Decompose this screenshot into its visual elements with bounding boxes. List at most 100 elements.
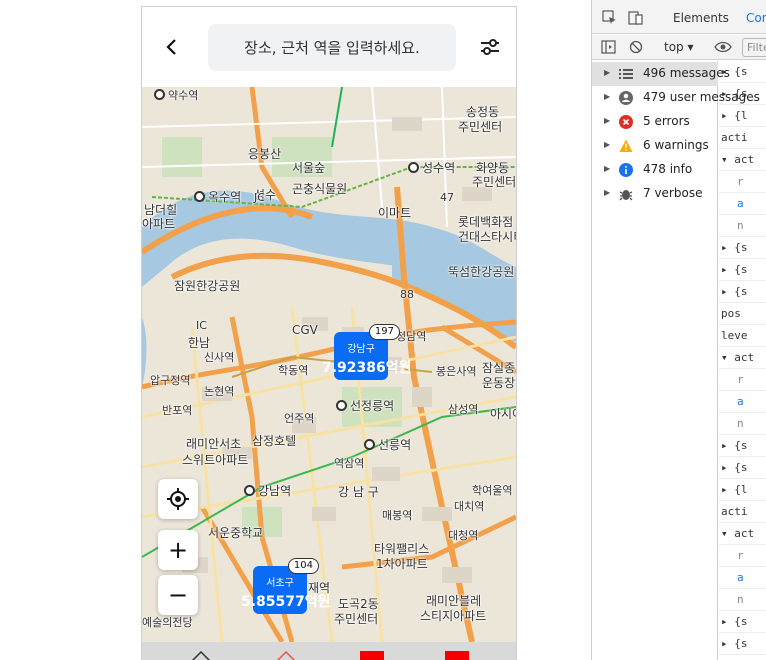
zoom-out-button[interactable]: − [158, 575, 198, 615]
map-view[interactable]: 약수역 송정동 주민센터 응봉산 서울숲 성수역 화양동 주민센터 옥수역 성수… [142, 87, 516, 642]
map-tab-icon[interactable] [276, 651, 296, 660]
log-row-text: ▸ {s [721, 65, 748, 78]
log-row[interactable]: ▸ {s [719, 435, 766, 457]
home-icon[interactable] [191, 651, 211, 660]
log-row[interactable]: n [719, 413, 766, 435]
map-label-eonju: 언주역 [284, 412, 315, 425]
log-row-text: a [737, 197, 744, 210]
map-label-sinsa: 신사역 [204, 351, 235, 364]
log-row[interactable]: ▸ {s [719, 237, 766, 259]
sidebar-item-messages[interactable]: ▶ 496 messages [592, 62, 730, 86]
log-row[interactable]: a [719, 193, 766, 215]
log-row-text: a [737, 395, 744, 408]
log-row-text: a [737, 571, 744, 584]
filter-button[interactable] [478, 35, 502, 59]
subway-icon [408, 162, 419, 173]
filter-input[interactable]: Filter [742, 38, 766, 57]
log-row-text: ▸ {s [721, 439, 748, 452]
log-row[interactable]: ▸ {l [719, 105, 766, 127]
sidebar-item-info[interactable]: ▶ 478 info [592, 158, 718, 182]
log-row-text: ▾ act [721, 527, 755, 540]
map-label-daechi: 대치역 [454, 500, 485, 513]
log-row[interactable]: ▸ {s [719, 83, 766, 105]
map-label-maebong: 매봉역 [382, 509, 413, 522]
map-label-hangnyeong: 학동역 [278, 364, 309, 377]
log-row[interactable]: ▸ {s [719, 611, 766, 633]
tab-console[interactable]: Console [746, 11, 766, 25]
map-label-stige-apt: 스티지아파트 [420, 609, 487, 623]
my-location-button[interactable] [158, 479, 198, 519]
map-label-first-apt: 1차아파트 [376, 557, 428, 571]
tab-icon-4[interactable] [445, 651, 469, 660]
log-row-text: acti [721, 505, 748, 518]
map-label-asia: 아시아 [490, 407, 516, 421]
sidebar-item-verbose[interactable]: ▶ 7 verbose [592, 182, 718, 206]
context-select[interactable]: top ▾ [664, 40, 694, 54]
sidebar-item-user-messages[interactable]: ▶ 479 user messages [592, 86, 760, 110]
log-row[interactable]: r [719, 545, 766, 567]
tab-icon-3[interactable] [360, 651, 384, 660]
search-input[interactable]: 장소, 근처 역을 입력하세요. [208, 24, 456, 71]
log-row[interactable]: ▸ {s [719, 457, 766, 479]
expand-arrow-icon: ▶ [604, 164, 611, 173]
road-47-badge: 47 [440, 191, 454, 204]
log-row[interactable]: acti [719, 127, 766, 149]
log-row[interactable]: leve [719, 325, 766, 347]
district-marker-seocho[interactable]: 서초구 5.85577억원 104 [241, 558, 331, 614]
log-row[interactable]: r [719, 171, 766, 193]
log-row[interactable]: › [719, 655, 766, 660]
log-row-text: ▸ {s [721, 263, 748, 276]
log-row-text: ▸ {s [721, 241, 748, 254]
inspect-icon[interactable] [602, 10, 617, 25]
log-row[interactable]: ▾ act [719, 523, 766, 545]
map-label-nonhyeon: 논현역 [204, 385, 235, 398]
log-row[interactable]: a [719, 391, 766, 413]
log-row-text: ▸ {s [721, 285, 748, 298]
map-label-undong: 운동장 [482, 376, 516, 390]
console-log[interactable]: ▸ {s ▸ {s ▸ {l acti ▾ act r a n ▸ {s ▸ {s ▸ {s pos l… [719, 61, 766, 660]
log-row[interactable]: ▸ {s [719, 259, 766, 281]
map-label-jumin-center-3: 주민센터 [334, 612, 379, 626]
log-row[interactable]: n [719, 215, 766, 237]
devtools-tabbar: Elements Console [592, 0, 766, 34]
district-marker-gangnam[interactable]: 강남구 7.92386억원 197 [322, 324, 412, 380]
sidebar-item-label: 478 info [643, 162, 693, 176]
clear-console-icon[interactable] [629, 40, 643, 54]
zoom-in-button[interactable]: + [158, 530, 198, 570]
log-row[interactable]: n [719, 589, 766, 611]
log-row[interactable]: ▸ {s [719, 633, 766, 655]
eye-icon[interactable] [714, 40, 732, 54]
device-toolbar-icon[interactable] [628, 10, 643, 25]
map-label-eungbongsan: 응봉산 [248, 147, 282, 161]
marker-district-name: 서초구 [266, 578, 294, 589]
map-label-jumin-center-2: 주민센터 [472, 175, 516, 189]
sidebar-item-warnings[interactable]: ▶ 6 warnings [592, 134, 718, 158]
sidebar-toggle-icon[interactable] [601, 40, 616, 54]
log-row-text: r [737, 175, 744, 188]
back-button[interactable] [160, 35, 184, 59]
console-sidebar: ▶ 496 messages ▶ 479 user messages ▶ 5 e… [592, 61, 760, 660]
map-label-gangnam-stn: 강남역 [244, 482, 291, 499]
map-label-daecheong: 대청역 [448, 529, 479, 542]
expand-arrow-icon: ▶ [604, 92, 611, 101]
log-row[interactable]: ▸ {s [719, 281, 766, 303]
map-label-seongsu-stn: 성수역 [408, 159, 455, 176]
log-row[interactable]: r [719, 369, 766, 391]
log-row[interactable]: a [719, 567, 766, 589]
log-row-text: leve [721, 329, 748, 342]
chevron-left-icon [166, 39, 176, 55]
sidebar-item-label: 5 errors [643, 114, 690, 128]
log-row[interactable]: ▸ {s [719, 61, 766, 83]
tab-elements[interactable]: Elements [673, 11, 729, 25]
log-row[interactable]: ▾ act [719, 149, 766, 171]
sidebar-item-label: 496 messages [643, 66, 730, 80]
error-icon [619, 115, 633, 129]
log-row[interactable]: acti [719, 501, 766, 523]
log-row[interactable]: ▾ act [719, 347, 766, 369]
subway-icon [336, 400, 347, 411]
sidebar-item-errors[interactable]: ▶ 5 errors [592, 110, 718, 134]
marker-price: 5.85577억원 [241, 594, 331, 610]
log-row[interactable]: ▸ {l [719, 479, 766, 501]
log-row[interactable]: pos [719, 303, 766, 325]
log-row-text: ▾ act [721, 153, 755, 166]
